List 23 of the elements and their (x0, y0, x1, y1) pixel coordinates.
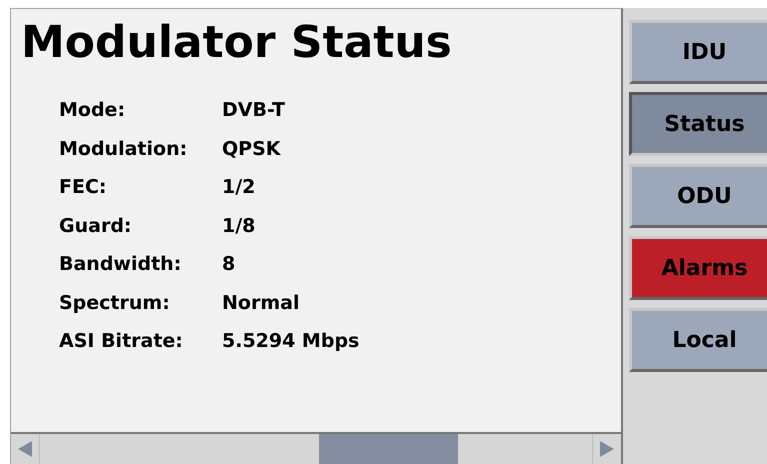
nav-button[interactable]: IDU (629, 20, 767, 84)
field-value: DVB-T (222, 99, 286, 122)
nav-button[interactable]: Local (629, 308, 767, 372)
field-value: 1/8 (222, 214, 256, 237)
field-label: ASI Bitrate: (59, 330, 183, 352)
field-label: Guard: (59, 214, 132, 237)
field-value: 8 (222, 253, 236, 276)
horizontal-scrollbar[interactable] (11, 432, 621, 464)
nav-button[interactable]: Status (629, 92, 767, 156)
scrollbar-thumb[interactable] (319, 434, 458, 464)
field-label: FEC: (59, 176, 106, 198)
left-arrow-icon[interactable] (17, 440, 33, 458)
right-arrow-icon[interactable] (599, 440, 615, 458)
field-label: Bandwidth: (59, 253, 182, 276)
field-value: QPSK (222, 138, 280, 160)
field-label: Modulation: (59, 138, 188, 160)
field-value: 5.5294 Mbps (222, 330, 360, 352)
field-label: Mode: (59, 99, 126, 122)
field-value: Normal (222, 292, 300, 314)
field-label: Spectrum: (59, 292, 170, 314)
nav-button[interactable]: ODU (629, 164, 767, 228)
field-value: 1/2 (222, 176, 256, 198)
page-title: Modulator Status (21, 17, 453, 69)
